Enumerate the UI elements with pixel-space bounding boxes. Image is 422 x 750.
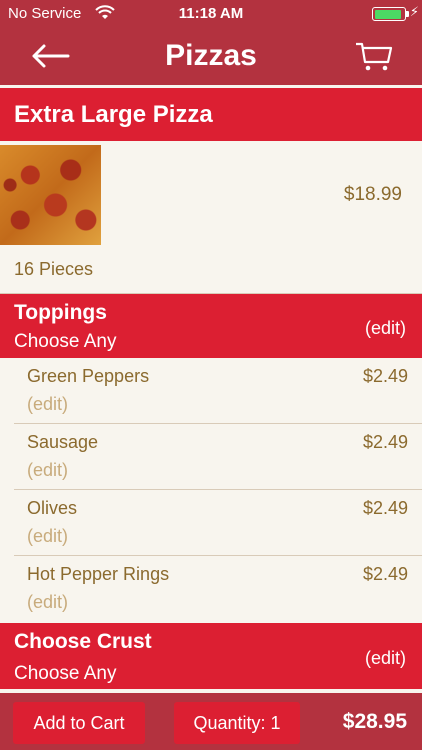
toppings-label: Toppings (14, 301, 107, 324)
add-to-cart-button[interactable]: Add to Cart (13, 702, 145, 744)
pizza-image (0, 145, 101, 245)
status-bar: No Service 11:18 AM ⚡ (0, 0, 422, 28)
bottom-bar: Add to Cart Quantity: 1 $28.95 (0, 693, 422, 750)
product-header: Extra Large Pizza (0, 88, 422, 141)
topping-name: Green Peppers (27, 366, 150, 386)
topping-price: $2.49 (362, 366, 408, 386)
charging-bolt-icon: ⚡ (409, 4, 419, 19)
toppings-sublabel: Choose Any (14, 331, 117, 352)
topping-edit-link[interactable]: (edit) (27, 460, 68, 481)
crust-section-header: Choose Crust Choose Any (edit) (0, 623, 422, 689)
topping-item[interactable]: Olives $2.49 (edit) (14, 490, 422, 556)
toppings-section-header: Toppings Choose Any (edit) (0, 294, 422, 358)
quantity-button[interactable]: Quantity: 1 (174, 702, 300, 744)
product-pieces: 16 Pieces (14, 259, 94, 279)
topping-price: $2.49 (362, 564, 408, 584)
battery-cap (406, 11, 409, 17)
topping-edit-link[interactable]: (edit) (27, 526, 68, 547)
crust-sublabel: Choose Any (14, 663, 117, 684)
topping-item[interactable]: Hot Pepper Rings $2.49 (edit) (14, 556, 422, 622)
topping-edit-link[interactable]: (edit) (27, 394, 68, 415)
product-name: Extra Large Pizza (14, 101, 213, 128)
toppings-edit-link[interactable]: (edit) (365, 318, 406, 339)
topping-edit-link[interactable]: (edit) (27, 592, 68, 613)
clock: 11:18 AM (178, 5, 244, 22)
navigation-bar: Pizzas (0, 28, 422, 85)
topping-item[interactable]: Green Peppers $2.49 (edit) (14, 358, 422, 424)
topping-price: $2.49 (362, 432, 408, 452)
topping-price: $2.49 (362, 498, 408, 518)
battery-icon (372, 7, 406, 21)
order-total: $28.95 (342, 710, 407, 733)
product-details: $18.99 16 Pieces (0, 141, 422, 294)
topping-name: Olives (27, 498, 78, 518)
topping-item[interactable]: Sausage $2.49 (edit) (14, 424, 422, 490)
topping-name: Sausage (27, 432, 99, 452)
battery-level (374, 9, 401, 19)
crust-label: Choose Crust (14, 630, 152, 653)
crust-edit-link[interactable]: (edit) (365, 648, 406, 669)
cart-icon[interactable] (354, 40, 394, 72)
topping-name: Hot Pepper Rings (27, 564, 170, 584)
product-price: $18.99 (343, 184, 402, 205)
